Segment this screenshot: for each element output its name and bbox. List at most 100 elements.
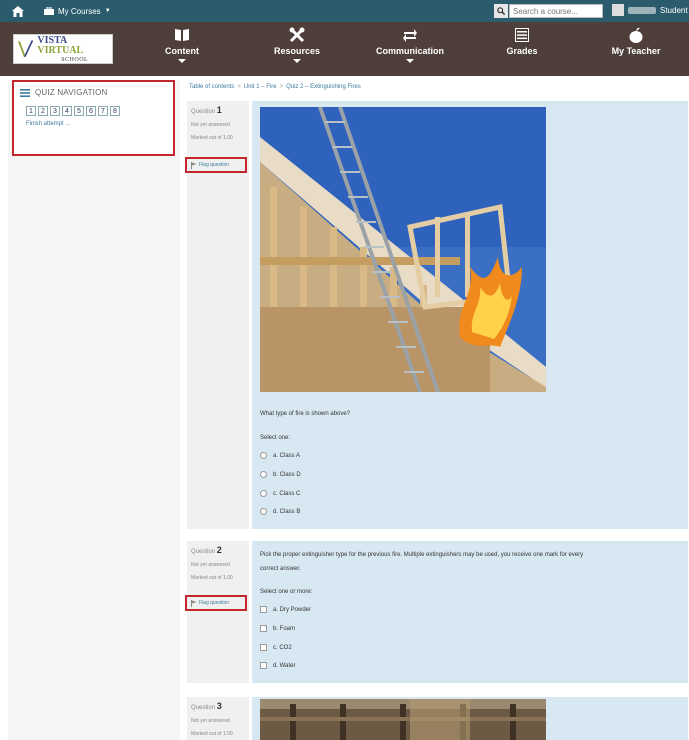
arrows-exchange-icon xyxy=(403,27,417,43)
redacted-name xyxy=(628,6,656,14)
question-prompt-continued: correct answer. xyxy=(260,566,301,572)
book-icon xyxy=(174,27,190,43)
question-nav-button-4[interactable]: 4 xyxy=(62,106,72,116)
question-status: Not yet answered xyxy=(191,718,230,724)
question-marks: Marked out of 1.00 xyxy=(191,575,233,581)
nav-communication-label: Communication xyxy=(375,46,444,56)
avatar xyxy=(612,4,624,16)
question-label: Question xyxy=(191,549,216,555)
breadcrumb-item[interactable]: Quiz 2 – Extinguishing Fires xyxy=(286,84,361,90)
question-nav-button-6[interactable]: 6 xyxy=(86,106,96,116)
nav-my-teacher-label: My Teacher xyxy=(611,46,661,56)
logo-mark-icon xyxy=(18,40,34,57)
grades-icon xyxy=(515,27,529,43)
question-number-value: 1 xyxy=(216,105,222,115)
checkbox[interactable] xyxy=(260,644,267,651)
flag-question-label: Flag question xyxy=(199,600,230,606)
caret-down-icon xyxy=(293,59,301,63)
caret-down-icon xyxy=(406,59,414,63)
nav-resources[interactable]: Resources xyxy=(247,27,347,63)
search-icon[interactable] xyxy=(494,4,508,18)
home-icon[interactable] xyxy=(12,5,24,17)
flag-question-label: Flag question xyxy=(199,162,230,168)
question-label: Question xyxy=(191,109,216,115)
radio-button[interactable] xyxy=(260,452,267,459)
question-status: Not yet answered xyxy=(191,562,230,568)
answer-option-c[interactable]: c. Class C xyxy=(260,490,300,497)
radio-button[interactable] xyxy=(260,508,267,515)
user-menu[interactable]: Student ▼ xyxy=(612,4,689,16)
quiz-navigation-title: QUIZ NAVIGATION xyxy=(35,88,108,97)
construction-photo xyxy=(260,699,546,740)
breadcrumb: Table of contents > Unit 1 – Fire > Quiz 2 –… xyxy=(189,84,361,90)
question-1-info: Question 1 Not yet answered Marked out o… xyxy=(185,101,249,529)
finish-attempt-link[interactable]: Finish attempt ... xyxy=(26,121,173,127)
nav-communication[interactable]: Communication xyxy=(360,27,460,63)
question-3-info: Question 3 Not yet answered Marked out o… xyxy=(187,697,249,740)
question-prompt: What type of fire is shown above? xyxy=(260,411,351,417)
top-bar: My Courses ▼ Student ▼ xyxy=(0,0,689,22)
flag-question-button[interactable]: Flag question xyxy=(185,595,247,611)
nav-content-label: Content xyxy=(165,46,199,56)
answer-label: b. Foam xyxy=(273,625,296,632)
checkbox[interactable] xyxy=(260,606,267,613)
answer-label: c. Class C xyxy=(273,490,301,497)
my-courses-menu[interactable]: My Courses ▼ xyxy=(44,7,111,16)
answer-option-b[interactable]: b. Foam xyxy=(260,625,295,632)
answer-label: d. Water xyxy=(273,662,296,669)
apple-icon xyxy=(629,27,643,43)
question-number: Question 3 xyxy=(191,701,245,711)
checkbox[interactable] xyxy=(260,625,267,632)
breadcrumb-separator: > xyxy=(237,84,241,90)
breadcrumb-item[interactable]: Unit 1 – Fire xyxy=(244,84,277,90)
course-search xyxy=(494,4,603,18)
select-one-label: Select one: xyxy=(260,435,291,441)
school-logo[interactable]: VISTA VIRTUAL SCHOOL xyxy=(13,34,113,64)
answer-option-a[interactable]: a. Class A xyxy=(260,452,300,459)
user-label: Student xyxy=(660,5,688,15)
caret-down-icon: ▼ xyxy=(104,8,111,14)
answer-label: d. Class B xyxy=(273,508,301,515)
caret-down-icon xyxy=(178,59,186,63)
question-nav-button-1[interactable]: 1 xyxy=(26,106,36,116)
briefcase-icon xyxy=(44,7,54,15)
answer-option-c[interactable]: c. CO2 xyxy=(260,644,292,651)
question-label: Question xyxy=(191,705,216,711)
radio-button[interactable] xyxy=(260,471,267,478)
question-buttons: 1 2 3 4 5 6 7 8 xyxy=(26,106,173,116)
answer-label: a. Class A xyxy=(273,452,301,459)
logo-text-school: SCHOOL xyxy=(61,56,89,63)
nav-my-teacher[interactable]: My Teacher xyxy=(586,27,686,56)
logo-text-virtual: VIRTUAL xyxy=(37,44,84,56)
answer-option-b[interactable]: b. Class D xyxy=(260,471,301,478)
menu-icon xyxy=(20,88,30,97)
question-status: Not yet answered xyxy=(191,122,230,128)
left-column xyxy=(8,80,180,740)
house-fire-photo xyxy=(260,107,546,392)
answer-option-a[interactable]: a. Dry Powder xyxy=(260,606,311,613)
question-marks: Marked out of 1.00 xyxy=(191,135,233,141)
question-nav-button-7[interactable]: 7 xyxy=(98,106,108,116)
question-nav-button-3[interactable]: 3 xyxy=(50,106,60,116)
question-nav-button-2[interactable]: 2 xyxy=(38,106,48,116)
question-prompt: Pick the proper extinguisher type for th… xyxy=(260,552,584,558)
checkbox[interactable] xyxy=(260,662,267,669)
question-nav-button-5[interactable]: 5 xyxy=(74,106,84,116)
question-number-value: 2 xyxy=(216,545,222,555)
question-nav-button-8[interactable]: 8 xyxy=(110,106,120,116)
nav-content[interactable]: Content xyxy=(132,27,232,63)
answer-option-d[interactable]: d. Class B xyxy=(260,508,300,515)
search-input[interactable] xyxy=(509,4,603,18)
flag-question-button[interactable]: Flag question xyxy=(185,157,247,173)
tools-icon xyxy=(289,27,305,43)
question-number-value: 3 xyxy=(216,701,222,711)
breadcrumb-separator: > xyxy=(279,84,284,90)
answer-option-d[interactable]: d. Water xyxy=(260,662,295,669)
select-one-or-more-label: Select one or more: xyxy=(260,589,313,595)
answer-label: b. Class D xyxy=(273,471,301,478)
breadcrumb-item[interactable]: Table of contents xyxy=(189,84,234,90)
radio-button[interactable] xyxy=(260,490,267,497)
nav-resources-label: Resources xyxy=(273,46,321,56)
nav-grades[interactable]: Grades xyxy=(472,27,572,56)
flag-icon xyxy=(191,161,197,169)
